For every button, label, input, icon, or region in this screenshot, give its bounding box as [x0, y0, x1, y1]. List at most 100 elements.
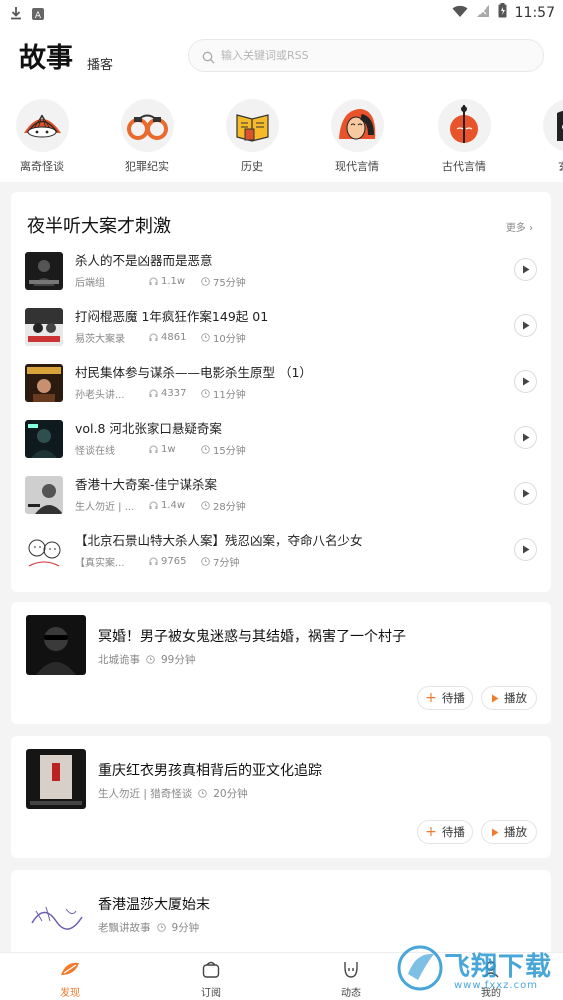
queue-button[interactable]: + 待播: [417, 686, 473, 710]
app-a-icon: A: [32, 5, 44, 24]
headphones-icon: [149, 501, 158, 509]
feed-card[interactable]: 冥婚！男子被女鬼迷惑与其结婚，祸害了一个村子 北城诡事 99分钟 + 待播 播放: [11, 602, 551, 724]
play-count: 4337: [149, 388, 201, 399]
section-title: 夜半听大案才刺激: [27, 216, 171, 237]
play-button[interactable]: [514, 482, 537, 505]
headphones-icon: [149, 445, 158, 453]
play-button[interactable]: [514, 538, 537, 561]
episode-row[interactable]: 香港十大奇案-佳宁谋杀案 生人勿近 | ... 1.4w 28分钟: [25, 474, 537, 518]
episode-cover: [25, 308, 63, 346]
play-button[interactable]: [514, 258, 537, 281]
play-button[interactable]: 播放: [481, 820, 537, 844]
play-icon: [522, 545, 529, 554]
episode-row[interactable]: 打闷棍恶魔 1年疯狂作案149起 01 易茨大案录 4861 10分钟: [25, 306, 537, 350]
episode-cover: [25, 364, 63, 402]
clock-icon: [201, 333, 210, 342]
play-button[interactable]: 播放: [481, 686, 537, 710]
episode-title: 打闷棍恶魔 1年疯狂作案149起 01: [75, 309, 269, 324]
episode-meta: 【真实案... 9765 7分钟: [75, 554, 253, 569]
discover-icon: [35, 958, 105, 980]
category-label: 犯罪纪实: [125, 160, 169, 173]
episode-title: 香港温莎大厦始末: [98, 897, 210, 913]
play-icon: [522, 377, 529, 386]
category-item[interactable]: 离奇怪谈: [2, 99, 82, 174]
episode-row[interactable]: vol.8 河北张家口悬疑奇案 怪谈在线 1w 15分钟: [25, 418, 537, 462]
play-count: 9765: [149, 556, 201, 567]
play-icon: [522, 433, 529, 442]
play-count: 4861: [149, 332, 201, 343]
headphones-icon: [149, 277, 158, 285]
episode-row[interactable]: 村民集体参与谋杀——电影杀生原型 （1） 孙老头讲... 4337 11分钟: [25, 362, 537, 406]
play-button[interactable]: [514, 370, 537, 393]
episode-cover: [25, 252, 63, 290]
search-bar[interactable]: [188, 39, 544, 72]
tab-podcast[interactable]: 播客: [87, 54, 113, 73]
battery-icon: [498, 3, 507, 22]
category-label: 离奇怪谈: [20, 160, 64, 173]
nav-label: 订阅: [201, 988, 221, 999]
queue-button[interactable]: + 待播: [417, 820, 473, 844]
play-icon: [492, 828, 499, 836]
episode-cover: [26, 615, 86, 675]
nav-subscribe[interactable]: 订阅: [176, 958, 246, 999]
category-item[interactable]: 古代言情: [424, 99, 504, 174]
episode-title: 冥婚！男子被女鬼迷惑与其结婚，祸害了一个村子: [98, 629, 406, 645]
search-input[interactable]: [221, 40, 521, 71]
play-icon: [522, 265, 529, 274]
duration: 10分钟: [201, 330, 253, 345]
episode-row[interactable]: 杀人的不是凶器而是恶意 后端组 1.1w 75分钟: [25, 250, 537, 294]
clock-icon: [201, 277, 210, 286]
episode-duration: 9分钟: [171, 922, 200, 934]
category-item[interactable]: 犯罪纪实: [107, 99, 187, 174]
episode-author: 孙老头讲...: [75, 390, 125, 401]
headphones-icon: [149, 333, 158, 341]
episode-meta: 孙老头讲... 4337 11分钟: [75, 386, 253, 401]
episode-author: 易茨大案录: [75, 334, 125, 345]
nav-label: 动态: [341, 988, 361, 999]
episode-title: 重庆红衣男孩真相背后的亚文化追踪: [98, 763, 322, 779]
episode-duration: 20分钟: [213, 788, 248, 800]
episode-author: 怪谈在线: [75, 446, 115, 457]
episode-meta: 老飘讲故事 9分钟: [98, 920, 199, 935]
play-button[interactable]: [514, 426, 537, 449]
clock-icon: [201, 557, 210, 566]
episode-row[interactable]: 【北京石景山特大杀人案】残忍凶案，夺命八名少女 【真实案... 9765 7分钟: [25, 530, 537, 574]
clock-icon: [201, 501, 210, 510]
category-label: 历史: [241, 160, 263, 173]
category-item[interactable]: 现代言情: [317, 99, 397, 174]
play-count: 1w: [149, 444, 201, 455]
category-item[interactable]: 历史: [212, 99, 292, 174]
plus-icon: +: [425, 690, 437, 706]
nav-discover[interactable]: 发现: [35, 958, 105, 999]
feed-card[interactable]: 重庆红衣男孩真相背后的亚文化追踪 生人勿近 | 猎奇怪谈 20分钟 + 待播 播放: [11, 736, 551, 858]
episode-author: 生人勿近 | ...: [75, 502, 135, 513]
episode-cover: [26, 749, 86, 809]
more-link[interactable]: 更多 ›: [506, 219, 533, 234]
headphones-icon: [149, 557, 158, 565]
clock-icon: [198, 789, 208, 798]
play-button[interactable]: [514, 314, 537, 337]
play-count: 1.4w: [149, 500, 201, 511]
episode-title: 村民集体参与谋杀——电影杀生原型 （1）: [75, 365, 312, 380]
more-label: 更多: [505, 223, 526, 234]
play-count: 1.1w: [149, 276, 201, 287]
episode-title: 【北京石景山特大杀人案】残忍凶案，夺命八名少女: [75, 533, 363, 548]
watermark: 飞翔下载 www.fxxz.com: [396, 940, 556, 996]
featured-section: 夜半听大案才刺激 更多 › 杀人的不是凶器而是恶意 后端组 1.1w 75分钟 …: [11, 192, 551, 592]
svg-text:A: A: [35, 11, 42, 20]
kiss-face-icon: [330, 99, 384, 152]
duration: 15分钟: [201, 442, 253, 457]
play-icon: [522, 321, 529, 330]
episode-author: 北城诡事: [98, 654, 140, 666]
episode-meta: 生人勿近 | 猎奇怪谈 20分钟: [98, 786, 248, 801]
category-item[interactable]: 玄幻: [529, 99, 563, 174]
download-icon: [10, 5, 22, 24]
episode-author: 生人勿近 | 猎奇怪谈: [98, 788, 193, 800]
episode-title: 杀人的不是凶器而是恶意: [75, 253, 213, 268]
clock-icon: [146, 655, 155, 664]
episode-duration: 99分钟: [161, 654, 196, 666]
search-icon: [202, 49, 215, 68]
nav-activity[interactable]: 动态: [316, 958, 386, 999]
page-title[interactable]: 故事: [19, 36, 73, 75]
episode-title: 香港十大奇案-佳宁谋杀案: [75, 477, 218, 492]
